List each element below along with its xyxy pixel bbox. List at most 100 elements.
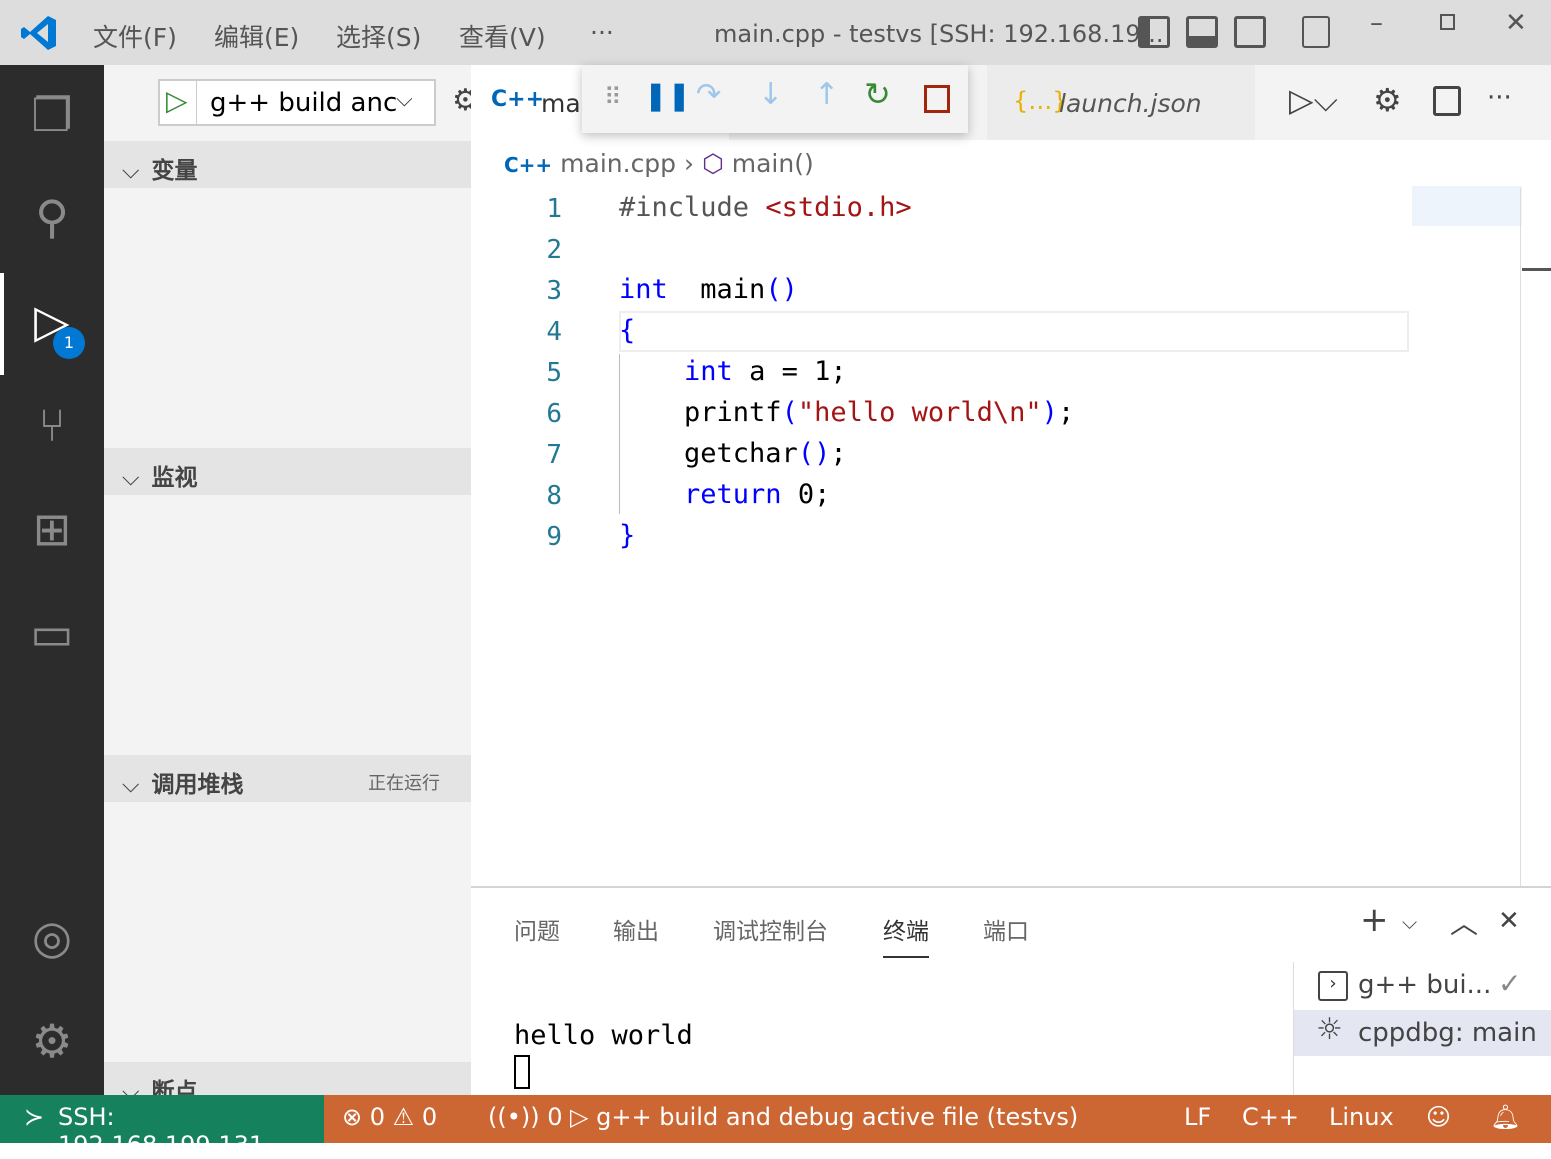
minimap[interactable]: [1412, 186, 1522, 226]
step-over-icon[interactable]: ↷: [696, 77, 721, 112]
code-line: printf("hello world\n");: [619, 397, 1075, 428]
tab-problems[interactable]: 问题: [514, 912, 560, 946]
breadcrumb-file[interactable]: main.cpp: [560, 149, 676, 178]
line-number: 5: [546, 358, 562, 388]
launch-label: g++ build and debug active file (testvs): [596, 1103, 1079, 1131]
os-indicator[interactable]: Linux: [1329, 1103, 1394, 1131]
tab-debug-console[interactable]: 调试控制台: [713, 912, 828, 946]
breakpoints-section-header[interactable]: ⌵ 断点: [104, 1062, 471, 1105]
customize-layout-icon[interactable]: [1302, 16, 1330, 48]
line-number: 7: [546, 440, 562, 470]
step-out-icon[interactable]: ↑: [814, 77, 839, 112]
current-line-highlight: [619, 311, 1409, 352]
stop-icon[interactable]: [924, 85, 950, 113]
debug-badge: 1: [53, 327, 85, 359]
code-line: int main(): [619, 274, 798, 305]
scrollbar-cursor: [1522, 268, 1551, 271]
line-number: 3: [546, 276, 562, 306]
error-icon: ⊗: [342, 1103, 363, 1131]
debug-config-select[interactable]: ▷ g++ build anc ⌵: [158, 79, 436, 126]
explorer-icon[interactable]: ❐: [22, 85, 82, 145]
line-number: 6: [546, 399, 562, 429]
close-window-icon[interactable]: ✕: [1505, 8, 1527, 38]
source-control-icon[interactable]: ⑂: [22, 395, 82, 455]
debug-sidebar: ▷ g++ build anc ⌵ ⚙: [104, 65, 479, 1095]
watch-section-header[interactable]: ⌵ 监视: [104, 448, 471, 495]
code-line: }: [619, 520, 636, 551]
restart-icon[interactable]: ↻: [864, 75, 891, 113]
menu-edit[interactable]: 编辑(E): [214, 18, 299, 54]
menu-selection[interactable]: 选择(S): [336, 18, 421, 54]
eol-indicator[interactable]: LF: [1184, 1103, 1211, 1131]
toggle-panel-icon[interactable]: [1186, 16, 1218, 48]
vscode-logo-icon: [21, 16, 56, 50]
remote-explorer-icon[interactable]: ▭: [22, 603, 82, 663]
terminal-list-item[interactable]: ☼ cppdbg: main: [1294, 1010, 1551, 1056]
maximize-icon[interactable]: [1440, 14, 1455, 30]
variables-section-header[interactable]: ⌵ 变量: [104, 141, 471, 188]
pause-icon[interactable]: ❚❚: [644, 79, 691, 112]
code-line: {: [619, 315, 636, 346]
drag-handle-icon[interactable]: ⠿: [604, 83, 622, 111]
maximize-panel-icon[interactable]: ︿: [1450, 902, 1478, 942]
callstack-status: 正在运行: [368, 773, 440, 794]
toggle-secondary-sidebar-icon[interactable]: [1234, 16, 1266, 48]
remote-icon: ≻: [24, 1103, 45, 1131]
account-icon[interactable]: ◎: [22, 907, 82, 967]
callstack-section-header[interactable]: ⌵ 调用堆栈 正在运行: [104, 755, 471, 802]
terminal-cursor: [514, 1055, 530, 1089]
warning-count: 0: [421, 1103, 438, 1131]
tab-output[interactable]: 输出: [613, 912, 659, 946]
variables-label: 变量: [151, 158, 198, 184]
menu-more[interactable]: ···: [590, 18, 614, 47]
tab-launch-json[interactable]: {…} launch.json: [987, 65, 1255, 140]
terminal-name: cppdbg: main: [1358, 1018, 1537, 1048]
tab-ports[interactable]: 端口: [983, 912, 1029, 946]
notifications-bell-icon[interactable]: 🔔︎: [1490, 1103, 1520, 1131]
line-number: 1: [546, 194, 562, 224]
code-line: int a = 1;: [684, 356, 847, 387]
tab-label: launch.json: [1059, 89, 1202, 118]
cpp-file-icon: C++: [504, 153, 553, 177]
toggle-sidebar-icon[interactable]: [1138, 16, 1170, 48]
menu-file[interactable]: 文件(F): [93, 18, 177, 54]
step-into-icon[interactable]: ↓: [758, 77, 783, 112]
extensions-icon[interactable]: ⊞: [22, 499, 82, 559]
debug-icon: ☼: [1316, 1012, 1343, 1047]
debug-icon: ▷: [570, 1103, 589, 1131]
launch-config-indicator[interactable]: ▷ g++ build and debug active file (testv…: [570, 1103, 1078, 1131]
scrollbar-track[interactable]: [1520, 188, 1521, 886]
symbol-method-icon: ⬡: [701, 149, 724, 178]
activity-bar: ❐ ⚲ ▷ 1 ⑂ ⊞ ▭ ◎ ⚙: [0, 65, 104, 1095]
check-icon: ✓: [1498, 967, 1522, 1000]
problems-indicator[interactable]: ⊗ 0 ⚠ 0: [342, 1103, 437, 1131]
terminal-name: g++ bui...: [1358, 970, 1492, 1000]
minimize-icon[interactable]: –: [1370, 8, 1383, 38]
code-line: #include <stdio.h>: [619, 192, 912, 223]
tab-terminal[interactable]: 终端: [883, 912, 929, 958]
ports-indicator[interactable]: ((•)) 0: [488, 1103, 563, 1131]
split-editor-icon[interactable]: [1433, 86, 1461, 116]
search-icon[interactable]: ⚲: [22, 187, 82, 247]
more-actions-icon[interactable]: ···: [1487, 83, 1512, 113]
language-indicator[interactable]: C++: [1242, 1103, 1299, 1131]
feedback-icon[interactable]: ☺: [1426, 1103, 1451, 1131]
line-number: 4: [546, 317, 562, 347]
debug-toolbar: ⠿ ❚❚ ↷ ↓ ↑ ↻: [582, 65, 968, 133]
remote-label: SSH: 192.168.199.131: [58, 1103, 265, 1159]
chevron-down-icon[interactable]: ⌵: [1402, 910, 1417, 934]
settings-gear-icon[interactable]: ⚙: [22, 1011, 82, 1071]
run-debug-file-icon[interactable]: ▷⌵: [1289, 81, 1338, 120]
breadcrumb-symbol[interactable]: main(): [732, 149, 814, 178]
code-line: getchar();: [619, 438, 847, 469]
broadcast-icon: ((•)): [488, 1103, 540, 1131]
remote-indicator[interactable]: ≻ SSH: 192.168.199.131: [0, 1095, 324, 1159]
new-terminal-icon[interactable]: +: [1360, 900, 1389, 940]
settings-gear-icon[interactable]: ⚙: [1373, 81, 1402, 119]
close-panel-icon[interactable]: ✕: [1498, 906, 1520, 936]
start-debug-icon[interactable]: ▷: [166, 84, 188, 117]
status-bar: ≻ SSH: 192.168.199.131 ⊗ 0 ⚠ 0 ((•)) 0 ▷…: [0, 1095, 1551, 1159]
menu-view[interactable]: 查看(V): [459, 18, 546, 54]
error-count: 0: [369, 1103, 386, 1131]
terminal-list-item[interactable]: › g++ bui... ✓: [1294, 963, 1551, 1009]
